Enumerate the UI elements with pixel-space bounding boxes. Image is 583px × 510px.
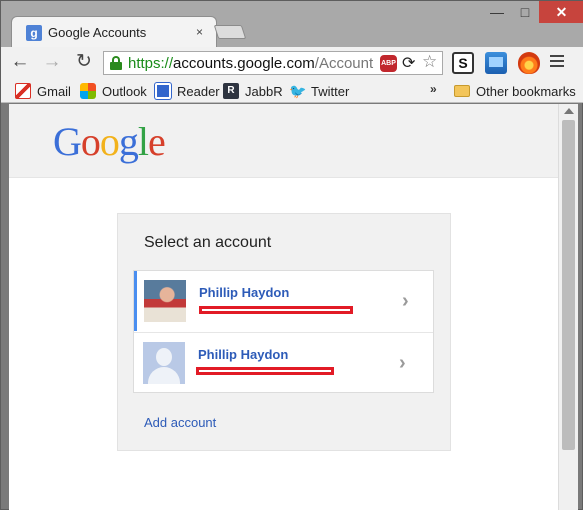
lock-icon[interactable] [110,56,122,70]
url-text[interactable]: https://accounts.google.com/Account [128,55,378,72]
address-bar[interactable]: https://accounts.google.com/Account ABP … [103,51,443,75]
title-bar: g Google Accounts × — □ ✕ [1,1,583,47]
bookmark-gmail[interactable]: Gmail [15,82,71,100]
account-name: Phillip Haydon [199,285,290,300]
default-avatar-icon [143,342,185,384]
account-list: Phillip Haydon › Phillip Haydon › [133,270,434,393]
url-scheme: https:// [128,55,174,72]
folder-icon [454,85,470,97]
outlook-icon [80,83,96,99]
adblock-icon[interactable]: ABP [380,55,397,72]
redacted-email [196,367,334,375]
bookmark-jabbr[interactable]: R JabbR [223,82,283,100]
google-logo[interactable]: Google [53,118,166,165]
bookmarks-overflow-icon[interactable]: » [430,82,437,96]
bookmark-label: Outlook [102,83,147,99]
reader-icon [155,83,171,99]
bookmarks-bar: Gmail Outlook Reader R JabbR 🐦 Twitter »… [1,79,583,103]
account-item[interactable]: Phillip Haydon › [134,332,433,392]
screen-capture-extension-icon[interactable] [485,52,507,74]
close-window-button[interactable]: ✕ [539,1,583,23]
google-favicon-icon: g [26,25,42,41]
other-bookmarks-label: Other bookmarks [476,83,576,99]
window-controls: — □ ✕ [483,1,583,23]
chrome-menu-icon[interactable] [550,55,564,69]
chevron-right-icon: › [399,352,406,374]
page-title: Select an account [144,234,272,251]
scroll-thumb[interactable] [562,120,575,450]
bookmark-label: Twitter [311,83,350,99]
add-account-link[interactable]: Add account [144,415,216,430]
sync-icon[interactable]: ⟳ [402,53,415,73]
url-host: accounts.google.com [173,55,315,72]
avatar [144,280,186,322]
browser-toolbar: ← → ↻ https://accounts.google.com/Accoun… [1,47,583,79]
new-tab-button[interactable] [213,25,247,39]
tab-google-accounts[interactable]: g Google Accounts × [11,16,217,47]
bookmark-label: Reader [177,83,220,99]
account-chooser-card: Select an account Phillip Haydon › Phill… [117,213,451,451]
scroll-up-icon[interactable] [564,108,574,114]
fire-extension-icon[interactable] [518,52,540,74]
bookmark-label: Gmail [37,83,71,99]
tab-title: Google Accounts [48,25,147,40]
url-path: /Account [314,55,374,72]
extension-s-icon[interactable]: S [452,52,474,74]
gmail-icon [15,83,31,99]
reload-button[interactable]: ↻ [73,52,95,74]
chevron-right-icon: › [402,290,409,312]
bookmark-outlook[interactable]: Outlook [80,82,147,100]
back-button[interactable]: ← [9,52,31,74]
bookmark-twitter[interactable]: 🐦 Twitter [289,82,349,100]
bookmark-star-icon[interactable]: ☆ [422,52,437,72]
page-viewport: Google Select an account Phillip Haydon … [9,104,558,510]
browser-window: g Google Accounts × — □ ✕ ← → ↻ https://… [0,0,583,510]
jabbr-icon: R [223,83,239,99]
account-name: Phillip Haydon [198,347,289,362]
twitter-icon: 🐦 [289,83,307,99]
account-item[interactable]: Phillip Haydon › [134,271,433,331]
redacted-email [199,306,353,314]
bookmark-label: JabbR [245,83,283,99]
forward-button[interactable]: → [41,52,63,74]
other-bookmarks[interactable]: Other bookmarks [454,82,576,100]
tab-close-icon[interactable]: × [196,25,203,39]
vertical-scrollbar[interactable] [558,104,578,510]
bookmark-reader[interactable]: Reader [155,82,220,100]
maximize-button[interactable]: □ [511,1,539,23]
minimize-button[interactable]: — [483,1,511,23]
google-header: Google [9,104,558,178]
